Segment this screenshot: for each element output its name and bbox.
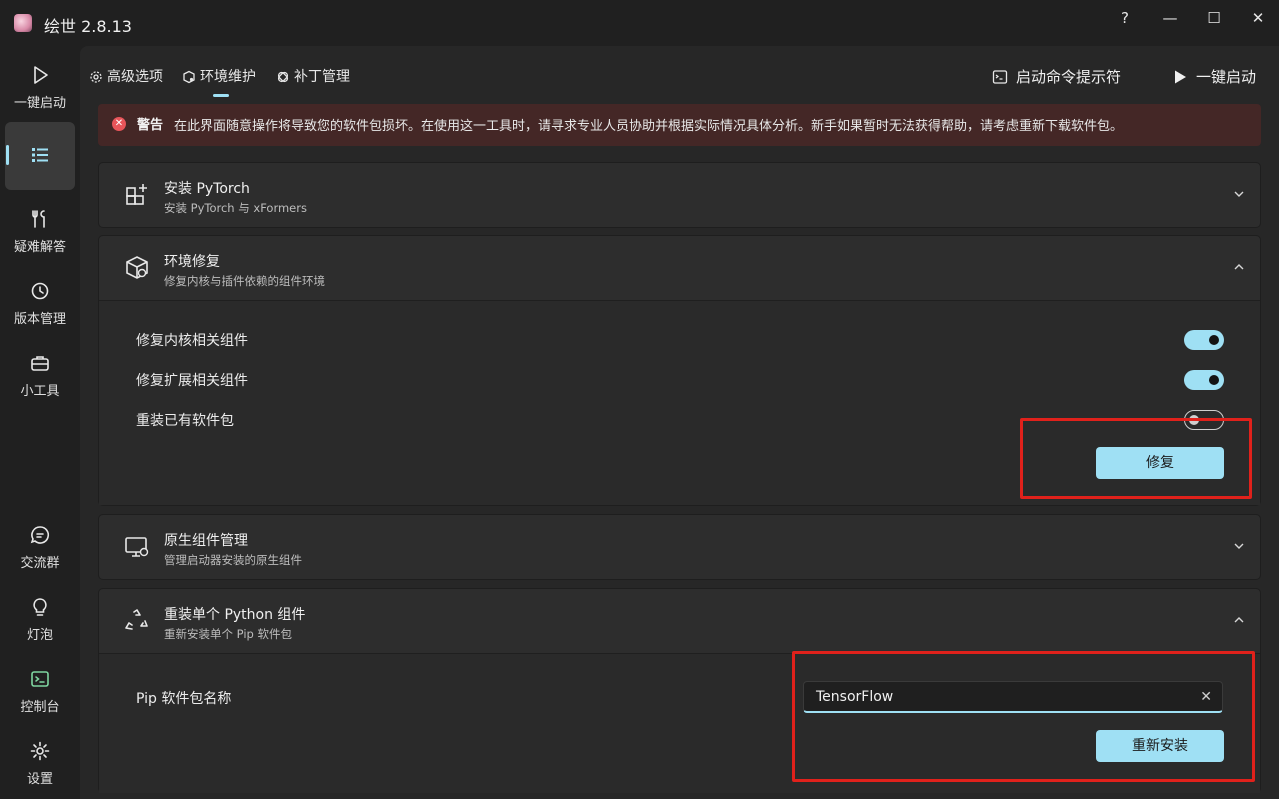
tab-label: 环境维护: [200, 69, 256, 85]
option-label: 修复扩展相关组件: [136, 373, 248, 389]
close-button[interactable]: ✕: [1243, 8, 1273, 28]
launch-button[interactable]: 一键启动: [1172, 66, 1256, 87]
option-label: 修复内核相关组件: [136, 333, 248, 349]
sidebar-item-troubleshoot[interactable]: 疑难解答: [4, 208, 76, 255]
card-subtitle: 修复内核与插件依赖的组件环境: [164, 274, 325, 288]
card-title: 安装 PyTorch: [164, 181, 250, 197]
warning-title: 警告: [137, 118, 164, 133]
app-logo-icon: [14, 14, 32, 32]
box-gear-icon: [183, 70, 195, 84]
sidebar-item-versions[interactable]: 版本管理: [4, 280, 76, 327]
sidebar-item-lightbulb[interactable]: 灯泡: [4, 596, 76, 643]
app-title: 绘世 2.8.13: [44, 17, 132, 36]
add-app-icon: [126, 184, 147, 205]
terminal-icon: [992, 70, 1008, 84]
chevron-down-icon[interactable]: [1232, 539, 1246, 553]
warning-text: 在此界面随意操作将导致您的软件包损坏。在使用这一工具时，请寻求专业人员协助并根据…: [174, 119, 1124, 134]
warning-banner: ✕ 警告 在此界面随意操作将导致您的软件包损坏。在使用这一工具时，请寻求专业人员…: [98, 104, 1261, 146]
toggle-repair-core[interactable]: [1184, 330, 1224, 350]
tab-label: 高级选项: [107, 69, 163, 85]
play-icon: [34, 66, 48, 84]
launch-label: 一键启动: [1196, 68, 1257, 86]
gear-icon: [90, 71, 102, 83]
card-header-env-repair[interactable]: 环境修复 修复内核与插件依赖的组件环境: [99, 236, 1260, 300]
sidebar-item-label: 一键启动: [13, 96, 66, 111]
card-subtitle: 重新安装单个 Pip 软件包: [164, 627, 292, 641]
sidebar-item-label: 设置: [26, 772, 53, 787]
card-header-pytorch[interactable]: 安装 PyTorch 安装 PyTorch 与 xFormers: [99, 163, 1260, 227]
package-repair-icon: [126, 256, 148, 279]
chevron-down-icon[interactable]: [1232, 187, 1246, 201]
sidebar-item-label: 疑难解答: [13, 240, 66, 255]
maximize-button[interactable]: ☐: [1199, 8, 1229, 28]
sidebar-nav: 一键启动 疑难解答 版本管理 小工具 交流群 灯泡 控制台 设置: [0, 46, 80, 799]
card-install-pytorch: 安装 PyTorch 安装 PyTorch 与 xFormers: [98, 162, 1261, 228]
highlight-box-repair: [1020, 418, 1252, 499]
patch-icon: [277, 71, 289, 83]
card-native-components: 原生组件管理 管理启动器安装的原生组件: [98, 514, 1261, 580]
toggle-repair-extensions[interactable]: [1184, 370, 1224, 390]
error-icon: ✕: [112, 117, 126, 131]
history-icon: [31, 282, 49, 300]
sidebar-item-label: 灯泡: [26, 628, 53, 643]
sidebar-item-settings[interactable]: 设置: [4, 740, 76, 787]
minimize-button[interactable]: —: [1155, 8, 1185, 28]
card-subtitle: 管理启动器安装的原生组件: [164, 553, 302, 567]
sidebar-item-list[interactable]: [4, 144, 76, 166]
list-icon: [32, 148, 48, 162]
option-label: 重装已有软件包: [136, 413, 234, 429]
sidebar-item-tools[interactable]: 小工具: [4, 352, 76, 399]
sidebar-item-label: 小工具: [20, 384, 60, 399]
wrench-icon: [32, 210, 45, 228]
toolbox-icon: [31, 356, 49, 371]
help-button[interactable]: ?: [1110, 8, 1140, 28]
lightbulb-icon: [33, 598, 47, 616]
tab-advanced[interactable]: 高级选项: [89, 66, 163, 86]
active-tab-indicator: [213, 94, 229, 97]
sidebar-item-label: 版本管理: [13, 312, 66, 327]
card-title: 环境修复: [164, 254, 220, 270]
tab-environment[interactable]: 环境维护: [182, 66, 256, 86]
card-header-reinstall[interactable]: 重装单个 Python 组件 重新安装单个 Pip 软件包: [99, 589, 1260, 653]
play-filled-icon: [1175, 70, 1186, 84]
monitor-settings-icon: [125, 537, 149, 557]
title-bar: 绘世 2.8.13 ? — ☐ ✕: [0, 0, 1279, 46]
sidebar-item-launch[interactable]: 一键启动: [4, 64, 76, 111]
recycle-icon: [125, 609, 148, 630]
pip-package-label: Pip 软件包名称: [136, 691, 232, 707]
sidebar-item-console[interactable]: 控制台: [4, 668, 76, 715]
tab-patches[interactable]: 补丁管理: [276, 66, 350, 86]
card-subtitle: 安装 PyTorch 与 xFormers: [164, 201, 307, 215]
card-title: 原生组件管理: [164, 533, 248, 549]
tab-bar: 高级选项 环境维护 补丁管理 启动命令提示符 一键启动: [80, 46, 1279, 104]
chat-icon: [30, 526, 50, 544]
tab-label: 补丁管理: [294, 69, 350, 85]
chevron-up-icon[interactable]: [1232, 260, 1246, 274]
sidebar-item-label: 交流群: [20, 556, 60, 571]
open-console-button[interactable]: 启动命令提示符: [992, 66, 1121, 87]
sidebar-item-community[interactable]: 交流群: [4, 524, 76, 571]
console-icon: [31, 671, 49, 687]
sidebar-item-label: 控制台: [20, 700, 60, 715]
card-header-native[interactable]: 原生组件管理 管理启动器安装的原生组件: [99, 515, 1260, 579]
settings-gear-icon: [30, 741, 50, 761]
open-console-label: 启动命令提示符: [1016, 68, 1122, 86]
card-title: 重装单个 Python 组件: [164, 607, 306, 623]
highlight-box-reinstall: [792, 651, 1255, 782]
chevron-up-icon[interactable]: [1232, 613, 1246, 627]
